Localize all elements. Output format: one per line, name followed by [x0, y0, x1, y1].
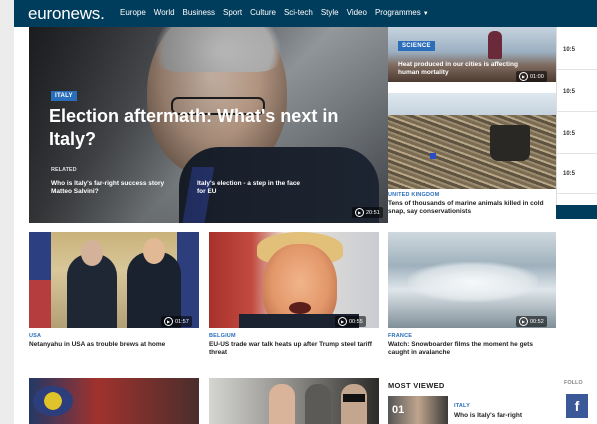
top-navigation: euronews. Europe World Business Sport Cu… [14, 0, 597, 27]
photo-censor-bar [343, 394, 365, 402]
play-icon: ▶ [164, 317, 173, 326]
story-netanyahu-photo[interactable]: ▶ 01:57 [29, 232, 199, 328]
story-title-netanyahu[interactable]: Netanyahu in USA as trouble brews at hom… [29, 341, 197, 349]
story-heat-cities[interactable]: SCIENCE Heat produced in our cities is a… [388, 27, 556, 82]
photo-flag [430, 153, 436, 159]
video-duration: 01:57 [175, 318, 189, 325]
photo-sky [388, 93, 556, 115]
nav-link-business[interactable]: Business [183, 8, 215, 17]
story-avalanche-photo[interactable]: ▶ 00:52 [388, 232, 556, 328]
latest-item[interactable]: 10:5 [557, 77, 597, 112]
most-viewed-title[interactable]: Who is Italy's far-right [454, 412, 554, 420]
latest-item[interactable]: 10:5 [557, 159, 597, 194]
nav-link-sport[interactable]: Sport [223, 8, 242, 17]
story-bottom-middle-photo[interactable] [209, 378, 379, 424]
latest-time: 10:5 [563, 171, 576, 177]
programmes-label: Programmes [374, 8, 421, 17]
story-trade-war-photo[interactable]: ▶ 00:55 [209, 232, 379, 328]
photo-mouth [289, 302, 311, 314]
video-badge[interactable]: ▶ 20:51 [352, 207, 383, 218]
video-duration: 00:55 [349, 318, 363, 325]
latest-item[interactable]: 10:5 [557, 119, 597, 154]
nav-link-style[interactable]: Style [321, 8, 339, 17]
photo-bucket [490, 125, 530, 161]
video-badge[interactable]: ▶ 01:00 [516, 71, 547, 82]
story-region-france[interactable]: FRANCE [388, 333, 412, 339]
photo-person [269, 384, 295, 424]
story-title-marine[interactable]: Tens of thousands of marine animals kill… [388, 200, 554, 216]
play-icon: ▶ [355, 208, 364, 217]
story-region-uk[interactable]: UNITED KINGDOM [388, 192, 439, 198]
euronews-homepage: euronews. Europe World Business Sport Cu… [14, 0, 597, 424]
latest-time: 10:5 [563, 47, 576, 53]
facebook-icon[interactable]: f [566, 394, 588, 418]
video-duration: 20:51 [366, 209, 380, 216]
nav-link-world[interactable]: World [154, 8, 175, 17]
latest-time: 10:5 [563, 131, 576, 137]
related-link-eu[interactable]: Italy's election - a step in the face fo… [197, 180, 307, 196]
video-duration: 01:00 [530, 73, 544, 80]
story-tag[interactable]: SCIENCE [398, 41, 435, 51]
hero-story[interactable]: ITALY Election aftermath: What's next in… [29, 27, 388, 223]
latest-time: 10:5 [563, 89, 576, 95]
most-viewed-region[interactable]: ITALY [454, 403, 470, 409]
section-links: Europe World Business Sport Culture Sci-… [120, 8, 429, 17]
most-viewed-rank: 01 [392, 404, 405, 416]
story-marine-animals-photo[interactable] [388, 93, 556, 189]
nav-link-programmes[interactable]: Programmes ▼ [375, 8, 429, 17]
browser-edge [0, 0, 14, 424]
play-icon: ▶ [338, 317, 347, 326]
story-region-usa[interactable]: USA [29, 333, 41, 339]
sidebar-more-button[interactable] [556, 205, 597, 219]
video-badge[interactable]: ▶ 01:57 [161, 316, 192, 327]
hero-title[interactable]: Election aftermath: What's next in Italy… [49, 105, 349, 151]
story-bottom-left-photo[interactable] [29, 378, 199, 424]
nav-link-culture[interactable]: Culture [250, 8, 276, 17]
photo-person [305, 384, 331, 424]
video-duration: 00:52 [530, 318, 544, 325]
related-link-salvini[interactable]: Who is Italy's far-right success story M… [51, 180, 169, 196]
euronews-logo[interactable]: euronews. [28, 4, 105, 24]
most-viewed-heading: MOST VIEWED [388, 381, 445, 390]
follow-label: FOLLO [564, 380, 583, 386]
latest-item[interactable]: 10:5 [557, 35, 597, 70]
photo-head-right [143, 238, 165, 264]
play-icon: ▶ [519, 72, 528, 81]
latest-news-sidebar: 10:5 10:5 10:5 10:5 [556, 27, 597, 207]
photo-flag-left [29, 232, 51, 328]
photo-head-left [81, 240, 103, 266]
story-title-trade-war[interactable]: EU-US trade war talk heats up after Trum… [209, 341, 381, 357]
photo-snow-cloud [408, 262, 538, 302]
story-title-avalanche[interactable]: Watch: Snowboarder films the moment he g… [388, 341, 554, 357]
photo-emblem [33, 386, 73, 416]
play-icon: ▶ [519, 317, 528, 326]
video-badge[interactable]: ▶ 00:52 [516, 316, 547, 327]
chevron-down-icon: ▼ [422, 11, 429, 17]
story-title[interactable]: Heat produced in our cities is affecting… [398, 61, 520, 77]
related-label: RELATED [51, 167, 77, 173]
story-region-belgium[interactable]: BELGIUM [209, 333, 236, 339]
nav-link-video[interactable]: Video [347, 8, 367, 17]
hero-tag[interactable]: ITALY [51, 91, 77, 101]
photo-person [341, 384, 367, 424]
photo-person [488, 31, 502, 59]
nav-link-scitech[interactable]: Sci-tech [284, 8, 313, 17]
video-badge[interactable]: ▶ 00:55 [335, 316, 366, 327]
nav-link-europe[interactable]: Europe [120, 8, 146, 17]
